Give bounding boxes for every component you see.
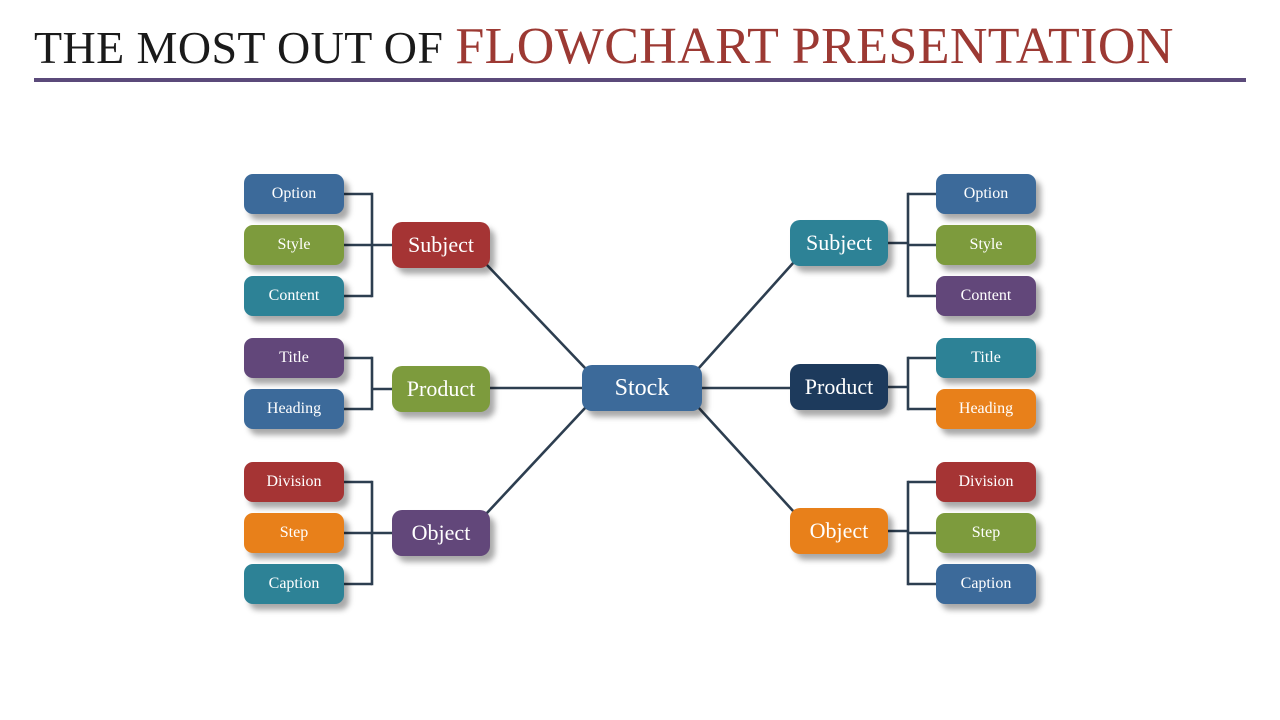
node-label: Stock bbox=[614, 374, 670, 401]
node-branch-right-product[interactable]: Product bbox=[790, 364, 888, 410]
node-label: Title bbox=[971, 349, 1001, 366]
node-branch-left-product[interactable]: Product bbox=[392, 366, 490, 412]
node-leaf-left-subject-content[interactable]: Content bbox=[244, 276, 344, 316]
node-leaf-left-object-step[interactable]: Step bbox=[244, 513, 344, 553]
node-label: Caption bbox=[960, 575, 1012, 592]
node-leaf-right-subject-content[interactable]: Content bbox=[936, 276, 1036, 316]
node-label: Division bbox=[958, 473, 1014, 490]
node-branch-left-object[interactable]: Object bbox=[392, 510, 490, 556]
node-leaf-right-object-step[interactable]: Step bbox=[936, 513, 1036, 553]
node-branch-left-subject[interactable]: Subject bbox=[392, 222, 490, 268]
node-leaf-left-subject-option[interactable]: Option bbox=[244, 174, 344, 214]
node-label: Heading bbox=[266, 400, 322, 417]
node-label: Step bbox=[279, 524, 309, 541]
node-label: Division bbox=[266, 473, 322, 490]
node-leaf-left-subject-style[interactable]: Style bbox=[244, 225, 344, 265]
node-label: Option bbox=[963, 185, 1009, 202]
node-label: Object bbox=[809, 518, 869, 543]
node-leaf-left-product-heading[interactable]: Heading bbox=[244, 389, 344, 429]
node-label: Style bbox=[969, 236, 1003, 253]
node-label: Subject bbox=[408, 232, 474, 257]
node-label: Title bbox=[279, 349, 309, 366]
page-title: THE MOST OUT OF FLOWCHART PRESENTATION bbox=[34, 20, 1246, 75]
node-leaf-right-subject-style[interactable]: Style bbox=[936, 225, 1036, 265]
node-label: Subject bbox=[806, 230, 872, 255]
slide-header: THE MOST OUT OF FLOWCHART PRESENTATION bbox=[0, 0, 1280, 92]
node-layer: Option Style Content Subject Title Heading Pro… bbox=[0, 92, 1280, 720]
node-leaf-right-object-caption[interactable]: Caption bbox=[936, 564, 1036, 604]
node-label: Caption bbox=[268, 575, 320, 592]
node-label: Option bbox=[271, 185, 317, 202]
node-label: Content bbox=[960, 287, 1012, 304]
node-hub-stock[interactable]: Stock bbox=[582, 365, 702, 411]
node-leaf-left-object-division[interactable]: Division bbox=[244, 462, 344, 502]
page-title-accent: FLOWCHART PRESENTATION bbox=[455, 18, 1174, 75]
node-label: Object bbox=[411, 520, 471, 545]
node-label: Product bbox=[406, 376, 476, 401]
title-underline-divider bbox=[34, 78, 1246, 82]
node-leaf-right-object-division[interactable]: Division bbox=[936, 462, 1036, 502]
node-leaf-left-product-title[interactable]: Title bbox=[244, 338, 344, 378]
node-label: Content bbox=[268, 287, 320, 304]
node-label: Heading bbox=[958, 400, 1014, 417]
node-label: Step bbox=[971, 524, 1001, 541]
node-label: Style bbox=[277, 236, 311, 253]
node-branch-right-object[interactable]: Object bbox=[790, 508, 888, 554]
node-leaf-right-subject-option[interactable]: Option bbox=[936, 174, 1036, 214]
node-leaf-right-product-heading[interactable]: Heading bbox=[936, 389, 1036, 429]
node-branch-right-subject[interactable]: Subject bbox=[790, 220, 888, 266]
flowchart-diagram: Option Style Content Subject Title Heading Pro… bbox=[0, 92, 1280, 720]
node-leaf-right-product-title[interactable]: Title bbox=[936, 338, 1036, 378]
page-title-prefix: THE MOST OUT OF bbox=[34, 22, 456, 73]
node-leaf-left-object-caption[interactable]: Caption bbox=[244, 564, 344, 604]
node-label: Product bbox=[804, 374, 874, 399]
